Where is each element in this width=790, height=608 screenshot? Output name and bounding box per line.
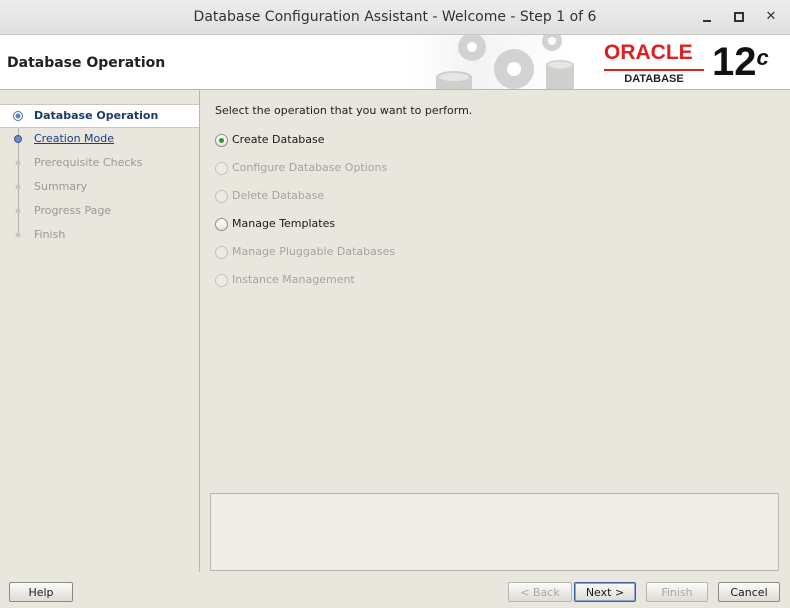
sidebar-item-creation-mode[interactable]: Creation Mode — [0, 128, 199, 150]
gears-graphic — [436, 35, 574, 89]
radio-button — [215, 190, 228, 203]
option-label[interactable]: Create Database — [232, 133, 325, 146]
minimize-icon — [703, 20, 711, 22]
help-button[interactable]: Help — [9, 582, 73, 602]
sidebar-item-prerequisite-checks: Prerequisite Checks — [0, 152, 199, 174]
radio-button-selected[interactable] — [215, 134, 228, 147]
sidebar-item-finish: Finish — [0, 224, 199, 246]
cancel-button[interactable]: Cancel — [718, 582, 780, 602]
header-banner: Database Operation ORACLE DATABASE 12c — [0, 35, 790, 90]
sidebar-item-label: Progress Page — [34, 204, 112, 217]
oracle-wordmark: ORACLE — [604, 41, 693, 64]
maximize-button[interactable] — [729, 7, 749, 27]
step-node-icon — [15, 160, 21, 166]
page-title: Database Operation — [7, 55, 166, 71]
title-bar[interactable]: Database Configuration Assistant - Welco… — [0, 0, 790, 35]
option-label: Manage Pluggable Databases — [232, 245, 396, 258]
maximize-icon — [734, 12, 744, 22]
sidebar-item-label: Prerequisite Checks — [34, 156, 143, 169]
version-number: 12 — [712, 40, 757, 84]
radio-button — [215, 162, 228, 175]
oracle-logo: ORACLE DATABASE — [604, 41, 708, 85]
option-label: Configure Database Options — [232, 161, 388, 174]
main-panel: Select the operation that you want to pe… — [200, 90, 790, 572]
current-step-icon — [13, 111, 23, 121]
step-node-icon — [15, 232, 21, 238]
option-label: Delete Database — [232, 189, 325, 202]
finish-button: Finish — [646, 582, 708, 602]
button-bar: Help < Back Next > Finish Cancel — [0, 572, 790, 608]
sidebar-item-label: Database Operation — [34, 109, 159, 122]
radio-button — [215, 246, 228, 259]
close-button[interactable]: ✕ — [761, 7, 781, 27]
sidebar-item-label: Summary — [34, 180, 88, 193]
step-node-icon — [15, 208, 21, 214]
step-node-icon — [14, 135, 22, 143]
sidebar-item-progress-page: Progress Page — [0, 200, 199, 222]
sidebar-item-label[interactable]: Creation Mode — [34, 132, 114, 145]
step-node-icon — [15, 184, 21, 190]
option-label[interactable]: Manage Templates — [232, 217, 335, 230]
steps-sidebar: Database Operation Creation Mode Prerequ… — [0, 90, 200, 572]
dbca-window: Database Configuration Assistant - Welco… — [0, 0, 790, 608]
next-button[interactable]: Next > — [574, 582, 636, 602]
minimize-button[interactable] — [697, 7, 717, 27]
oracle-database-label: DATABASE — [604, 69, 704, 85]
version-suffix: c — [756, 45, 769, 70]
sidebar-item-database-operation[interactable]: Database Operation — [0, 104, 199, 128]
radio-button[interactable] — [215, 218, 228, 231]
window-title: Database Configuration Assistant - Welco… — [193, 9, 597, 25]
instruction-text: Select the operation that you want to pe… — [215, 104, 473, 117]
back-button: < Back — [508, 582, 572, 602]
sidebar-item-summary: Summary — [0, 176, 199, 198]
sidebar-item-label: Finish — [34, 228, 66, 241]
radio-button — [215, 274, 228, 287]
version-badge: 12c — [712, 40, 769, 84]
close-icon: ✕ — [765, 9, 777, 24]
details-pane — [210, 493, 779, 571]
option-label: Instance Management — [232, 273, 355, 286]
